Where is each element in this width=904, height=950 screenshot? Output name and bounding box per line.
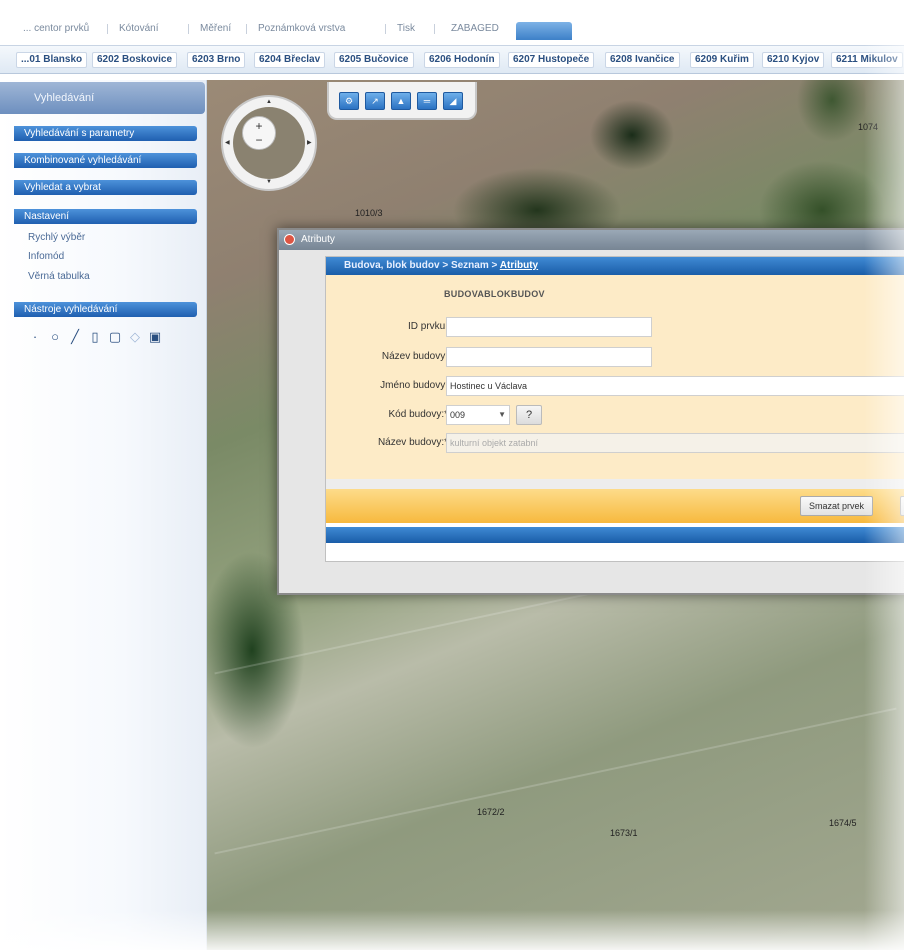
tab-tisk[interactable]: Tisk xyxy=(394,22,418,44)
pan-down-icon[interactable]: ▼ xyxy=(266,179,272,185)
area-icon[interactable]: ▲ xyxy=(391,92,411,110)
help-button[interactable]: ? xyxy=(516,405,542,425)
tab-separator xyxy=(107,24,108,34)
sidebar-item-search-tools[interactable]: Nástroje vyhledávání xyxy=(14,302,197,317)
next-button[interactable] xyxy=(900,496,904,516)
dialog-content: Budova, blok budov > Seznam > Atributy B… xyxy=(325,256,904,562)
pan-right-icon[interactable]: ▶ xyxy=(307,139,312,146)
district-boskovice[interactable]: 6202 Boskovice xyxy=(92,52,178,68)
map-navigation-control: ▲ ▼ ◀ ▶ + − xyxy=(221,95,317,191)
delete-feature-button[interactable]: Smazat prvek xyxy=(800,496,874,516)
district-kurim[interactable]: 6209 Kuřim xyxy=(690,52,754,68)
building-name-field[interactable] xyxy=(446,347,652,367)
settings-infomode[interactable]: Infomód xyxy=(28,251,64,262)
freehand-icon[interactable]: ◇ xyxy=(128,330,142,344)
breadcrumb-current[interactable]: Atributy xyxy=(500,260,538,271)
tab-mereni[interactable]: Měření xyxy=(197,22,234,44)
point-icon[interactable]: · xyxy=(28,330,42,344)
tab-separator xyxy=(434,24,435,34)
form-footer-strip xyxy=(326,479,904,489)
parcel-label: 1074 xyxy=(858,122,879,132)
tab-active[interactable] xyxy=(516,22,572,40)
id-label: ID prvku: xyxy=(407,321,448,332)
id-field[interactable] xyxy=(446,317,652,337)
pan-up-icon[interactable]: ▲ xyxy=(266,99,272,105)
building-code-value: 009 xyxy=(450,410,466,420)
zoom-control: + − xyxy=(242,116,276,150)
tab-separator xyxy=(385,24,386,34)
action-bar: Smazat prvek xyxy=(326,489,904,523)
district-ivancice[interactable]: 6208 Ivančice xyxy=(605,52,680,68)
sidebar-item-search-select[interactable]: Vyhledat a vybrat xyxy=(14,180,197,195)
district-bar: ...01 Blansko 6202 Boskovice 6203 Brno 6… xyxy=(0,46,904,74)
field-boundary xyxy=(214,707,897,855)
dialog-title: Atributy xyxy=(301,234,335,245)
attribute-form: BUDOVABLOKBUDOV ID prvku: Název budovy: … xyxy=(326,275,904,479)
pan-left-icon[interactable]: ◀ xyxy=(225,139,230,146)
search-sidebar: Vyhledávání Vyhledávání s parametry Komb… xyxy=(0,80,207,950)
parcel-label: 1672/2 xyxy=(477,807,505,817)
circle-icon[interactable]: ○ xyxy=(48,330,62,344)
chevron-down-icon: ▼ xyxy=(498,410,506,419)
tab-zabaged[interactable]: ZABAGED xyxy=(448,22,502,44)
breadcrumb-path[interactable]: Budova, blok budov > Seznam > xyxy=(344,260,500,271)
building-title-label: Jméno budovy: xyxy=(380,380,448,391)
tab-poznamkova-vrstva[interactable]: Poznámková vrstva xyxy=(255,22,348,44)
district-hustopece[interactable]: 6207 Hustopeče xyxy=(508,52,595,68)
building-name-required-label: Název budovy:* xyxy=(377,437,448,448)
district-brno[interactable]: 6203 Brno xyxy=(187,52,246,68)
building-title-field[interactable]: Hostinec u Václava xyxy=(446,376,904,396)
district-kyjov[interactable]: 6210 Kyjov xyxy=(762,52,825,68)
building-name-label: Název budovy: xyxy=(381,351,448,362)
rectangle-icon[interactable]: ▯ xyxy=(88,330,102,344)
building-code-label: Kód budovy:* xyxy=(388,409,449,420)
district-bucovice[interactable]: 6205 Bučovice xyxy=(334,52,414,68)
district-mikulov[interactable]: 6211 Mikulov xyxy=(831,52,903,68)
building-name-required-field[interactable]: kulturní objekt zatabní xyxy=(446,433,904,453)
settings-quick-select[interactable]: Rychlý výběr xyxy=(28,232,85,243)
sidebar-item-settings[interactable]: Nastavení xyxy=(14,209,197,224)
district-breclav[interactable]: 6204 Břeclav xyxy=(254,52,326,68)
building-code-select[interactable]: 009 ▼ xyxy=(446,405,510,425)
info-icon[interactable]: ◢ xyxy=(443,92,463,110)
parcel-label: 1010/3 xyxy=(355,208,383,218)
app-icon xyxy=(284,234,295,245)
top-tab-bar: ... centor prvků Kótování Měření Poznámk… xyxy=(0,0,904,46)
district-hodonin[interactable]: 6206 Hodonín xyxy=(424,52,500,68)
form-title: BUDOVABLOKBUDOV xyxy=(444,289,545,299)
sidebar-item-parametric-search[interactable]: Vyhledávání s parametry xyxy=(14,126,197,141)
settings-true-table[interactable]: Věrná tabulka xyxy=(28,271,90,282)
parcel-label: 1673/1 xyxy=(610,828,638,838)
zoom-in-icon[interactable]: + xyxy=(243,119,275,133)
wrench-icon[interactable]: ⚙ xyxy=(339,92,359,110)
sidebar-header[interactable]: Vyhledávání xyxy=(0,82,205,114)
image-icon[interactable]: ▣ xyxy=(148,330,162,344)
map-toolbar: ⚙ ↗ ▲ ═ ◢ xyxy=(327,82,477,120)
line-icon[interactable]: ╱ xyxy=(68,330,82,344)
tab-separator xyxy=(188,24,189,34)
sidebar-item-combined-search[interactable]: Kombinované vyhledávání xyxy=(14,153,197,168)
dialog-titlebar[interactable]: Atributy xyxy=(279,230,904,250)
parcel-label: 1674/5 xyxy=(829,818,857,828)
search-tools: · ○ ╱ ▯ ▢ ◇ ▣ xyxy=(28,328,162,346)
breadcrumb: Budova, blok budov > Seznam > Atributy xyxy=(326,257,904,275)
attributes-dialog: Atributy Budova, blok budov > Seznam > A… xyxy=(277,228,904,595)
tab-separator xyxy=(246,24,247,34)
zoom-out-icon[interactable]: − xyxy=(243,133,275,147)
tab-centor-prvku[interactable]: ... centor prvků xyxy=(20,22,92,44)
tab-kotovani[interactable]: Kótování xyxy=(116,22,161,44)
measure-icon[interactable]: ↗ xyxy=(365,92,385,110)
polygon-icon[interactable]: ▢ xyxy=(108,330,122,344)
dialog-footer-bar xyxy=(326,527,904,543)
ruler-icon[interactable]: ═ xyxy=(417,92,437,110)
district-blansko[interactable]: ...01 Blansko xyxy=(16,52,88,68)
